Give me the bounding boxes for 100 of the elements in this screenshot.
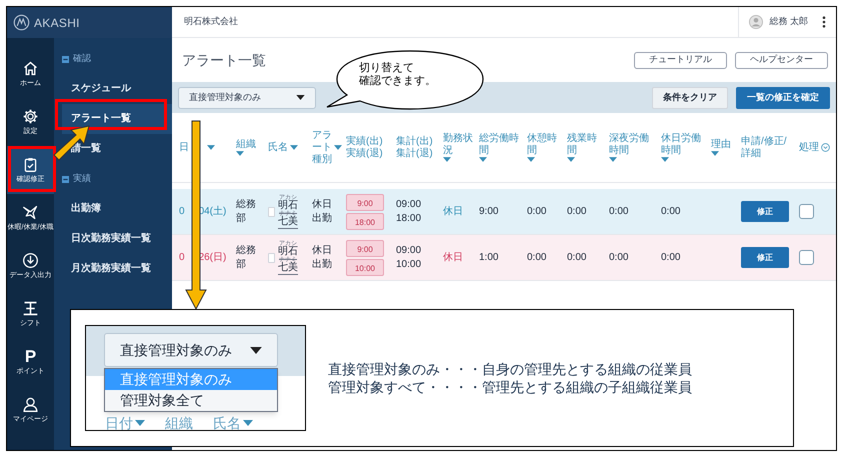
- column-header[interactable]: 実績(出) 実績(退): [346, 136, 383, 160]
- row-checkbox[interactable]: [268, 206, 275, 216]
- table-cell-text: 0:00: [609, 251, 630, 265]
- caret-icon: [296, 95, 305, 100]
- sort-caret-icon[interactable]: [443, 157, 451, 162]
- table-cell-text: 0:00: [609, 205, 630, 219]
- sort-caret-icon[interactable]: [479, 157, 487, 162]
- table-cell-text: 休日出勤: [312, 244, 333, 272]
- column-header[interactable]: 深夜労働時間: [609, 133, 658, 157]
- column-header[interactable]: 集計(出) 集計(退): [396, 136, 433, 160]
- nav-item[interactable]: 日次勤務実績一覧: [62, 224, 172, 254]
- settings-icon: [22, 108, 39, 125]
- table-cell-text: 09:00: [396, 244, 422, 258]
- section-title: 実績: [73, 172, 91, 186]
- point-glyph: P: [24, 348, 36, 365]
- sort-caret-icon[interactable]: [661, 157, 669, 162]
- column-header[interactable]: 組織: [236, 139, 256, 151]
- clear-button[interactable]: 条件をクリア: [652, 86, 728, 108]
- sort-caret-icon[interactable]: [711, 151, 719, 156]
- column-header[interactable]: 氏名: [268, 142, 288, 154]
- filter-dropdown[interactable]: 直接管理対象のみ: [178, 86, 316, 108]
- highlight-frame: [8, 146, 56, 192]
- sort-caret-icon[interactable]: [567, 157, 575, 162]
- date-text: 0: [179, 251, 185, 265]
- column-header[interactable]: 休日労働時間: [661, 133, 708, 157]
- nav-item[interactable]: スケジュール: [62, 74, 172, 104]
- name-text: 七美: [278, 216, 298, 226]
- status-text: 休日: [443, 251, 464, 265]
- column-header[interactable]: 総労働時間: [479, 133, 524, 157]
- row-checkbox[interactable]: [268, 252, 275, 262]
- column-header[interactable]: 理由: [711, 139, 731, 151]
- name-text: 明石: [278, 200, 298, 210]
- column-header[interactable]: アラート種別: [312, 130, 332, 166]
- date-text: 0: [179, 205, 185, 219]
- column-header[interactable]: 申請/修正/詳細: [741, 136, 796, 160]
- status-text: 休日: [443, 205, 464, 219]
- checkbox[interactable]: [799, 250, 814, 265]
- user-name: 総務 太郎: [769, 15, 808, 28]
- dropdown-option[interactable]: 直接管理対象のみ: [105, 369, 277, 390]
- column-header[interactable]: 残業時間: [567, 133, 606, 157]
- table-cell-text: 0:00: [661, 251, 682, 265]
- avatar-icon: [749, 15, 764, 29]
- sort-caret-icon[interactable]: [236, 151, 244, 156]
- sort-caret-icon[interactable]: [207, 145, 215, 150]
- column-header[interactable]: 氏名: [213, 416, 241, 430]
- download-icon: [22, 252, 39, 269]
- table-cell-text: 休日出勤: [312, 198, 333, 226]
- table-cell-text: 総務部: [236, 244, 257, 272]
- sort-caret-icon[interactable]: [334, 145, 342, 150]
- name-text: 明石: [278, 246, 298, 256]
- sort-caret-icon[interactable]: [290, 145, 298, 150]
- column-header[interactable]: 処理: [799, 142, 819, 154]
- fix-button[interactable]: 修正: [741, 201, 789, 222]
- time-badge: 9:00: [346, 240, 384, 256]
- name-text: 七美: [278, 262, 298, 272]
- table-cell-text: 10:00: [396, 258, 422, 272]
- nav-item[interactable]: 月次勤務実績一覧: [62, 254, 172, 284]
- more-icon[interactable]: [822, 16, 826, 28]
- time-badge: 10:00: [346, 258, 384, 276]
- table-cell-text: 18:00: [396, 212, 422, 226]
- sort-caret-icon[interactable]: [527, 157, 535, 162]
- company-name: 明石株式会社: [183, 15, 238, 28]
- column-header[interactable]: 日付: [105, 416, 133, 430]
- column-header[interactable]: 勤務状況: [443, 133, 476, 157]
- explanation-text: 直接管理対象のみ・・・自身の管理先とする組織の従業員: [328, 360, 692, 378]
- sort-caret-icon[interactable]: [609, 157, 617, 162]
- expand-icon[interactable]: [821, 143, 830, 152]
- table-cell-text: 0:00: [567, 251, 588, 265]
- home-icon: [22, 60, 39, 77]
- filter-dropdown[interactable]: 直接管理対象のみ: [104, 333, 278, 367]
- checkbox[interactable]: [799, 204, 814, 219]
- table-cell-text: 0:00: [567, 205, 588, 219]
- time-badge: 18:00: [346, 212, 384, 230]
- sort-caret-icon[interactable]: [243, 420, 253, 426]
- help-button[interactable]: ヘルプセンター: [735, 52, 828, 68]
- column-header[interactable]: 組織: [165, 416, 193, 430]
- callout-text: 確認できます。: [359, 75, 436, 88]
- bird-icon: [22, 204, 39, 221]
- column-header[interactable]: 休憩時間: [527, 133, 564, 157]
- help-button[interactable]: チュートリアル: [634, 52, 727, 68]
- caret-icon: [250, 346, 262, 354]
- sort-caret-icon[interactable]: [135, 420, 145, 426]
- table-cell-text: 1:00: [479, 251, 500, 265]
- person-icon: [22, 396, 39, 413]
- collapse-icon: [62, 176, 69, 182]
- collapse-icon: [62, 56, 69, 62]
- nav-item[interactable]: 出勤簿: [62, 194, 172, 224]
- section-title: 確認: [73, 52, 91, 66]
- fix-button[interactable]: 修正: [741, 247, 789, 268]
- table-cell-text: 09:00: [396, 198, 422, 212]
- clipboard-icon: [22, 156, 39, 173]
- time-badge: 9:00: [346, 194, 384, 210]
- table-cell-text: 0:00: [527, 251, 548, 265]
- table-cell-text: 0:00: [527, 205, 548, 219]
- logo-icon: [13, 14, 30, 31]
- confirm-button[interactable]: 一覧の修正を確定: [736, 86, 830, 108]
- logo-text: AKASHI: [34, 14, 80, 32]
- explanation-text: 管理対象すべて・・・・管理先とする組織の子組織従業員: [328, 378, 692, 396]
- column-header[interactable]: 日: [179, 142, 189, 154]
- dropdown-option[interactable]: 管理対象全て: [105, 390, 277, 411]
